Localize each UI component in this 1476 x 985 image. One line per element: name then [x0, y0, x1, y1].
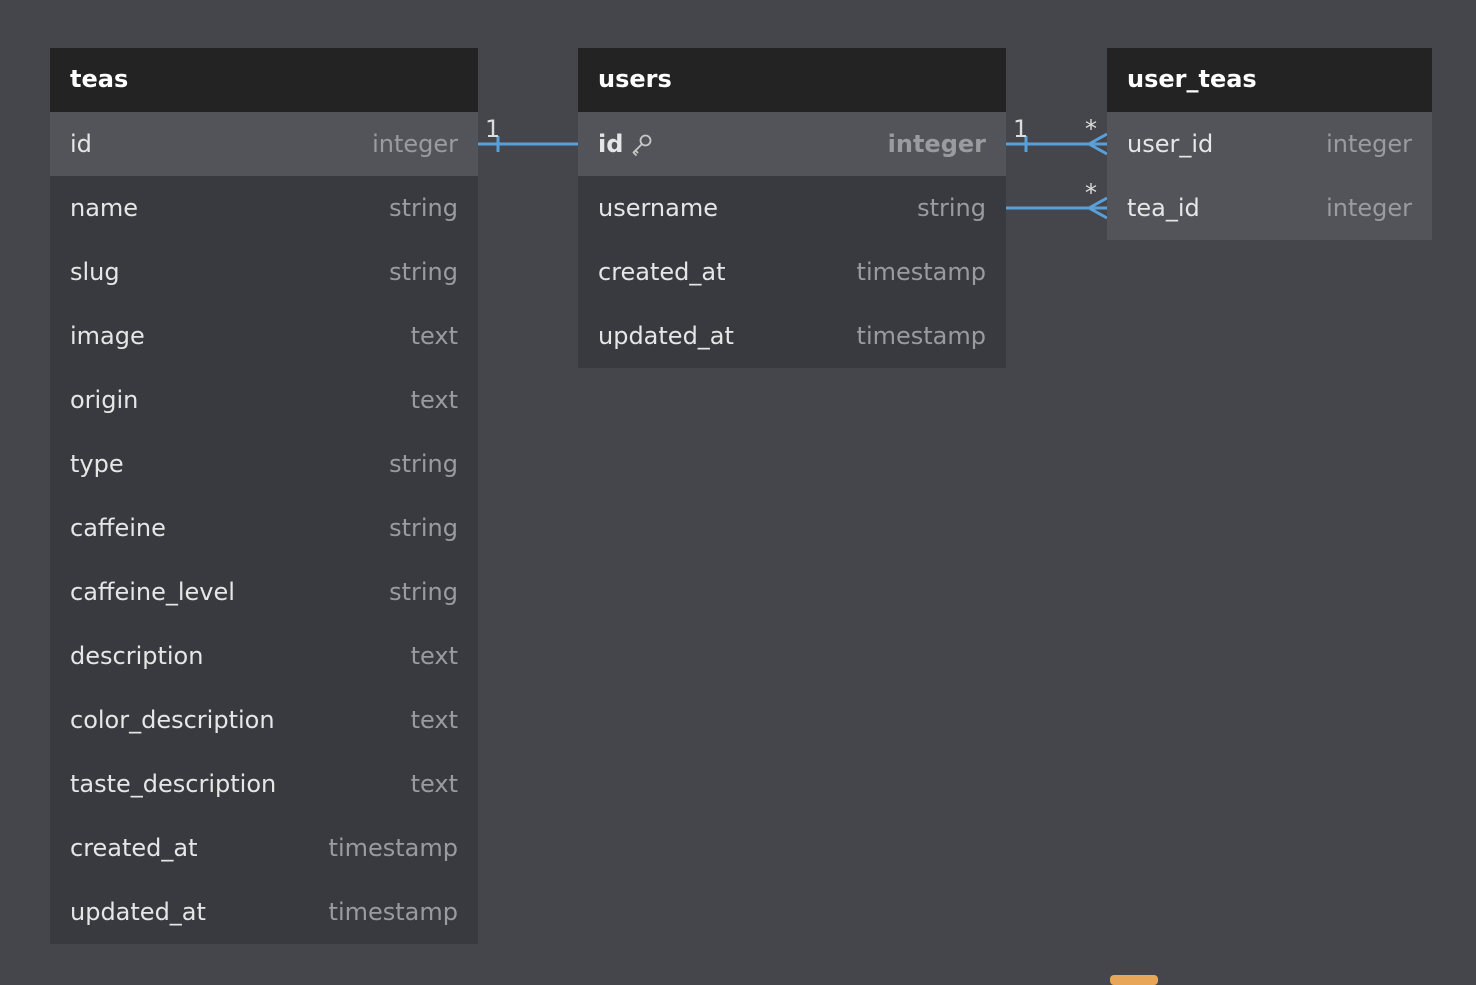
- table-title[interactable]: user_teas: [1107, 48, 1432, 112]
- field-name: user_id: [1127, 130, 1214, 158]
- field-row-id[interactable]: id integer: [578, 112, 1006, 176]
- field-type: string: [389, 258, 458, 286]
- field-type: string: [389, 514, 458, 542]
- field-row-caffeine-level[interactable]: caffeine_level string: [50, 560, 478, 624]
- field-row-updated-at[interactable]: updated_at timestamp: [578, 304, 1006, 368]
- cardinality-label: *: [1085, 115, 1097, 143]
- field-type: timestamp: [328, 834, 458, 862]
- field-type: string: [917, 194, 986, 222]
- field-name: image: [70, 322, 145, 350]
- many-marker-user-id: [1085, 132, 1108, 156]
- table-teas[interactable]: teas id integer name string slug string …: [50, 48, 478, 944]
- field-name: taste_description: [70, 770, 277, 798]
- field-row-description[interactable]: description text: [50, 624, 478, 688]
- field-type: text: [410, 642, 458, 670]
- field-type: integer: [1326, 130, 1412, 158]
- field-row-created-at[interactable]: created_at timestamp: [578, 240, 1006, 304]
- cardinality-label: 1: [485, 115, 500, 143]
- field-name: slug: [70, 258, 120, 286]
- field-row-type[interactable]: type string: [50, 432, 478, 496]
- field-name: caffeine: [70, 514, 166, 542]
- field-name: color_description: [70, 706, 275, 734]
- field-type: integer: [1326, 194, 1412, 222]
- status-badge[interactable]: [1110, 975, 1158, 985]
- field-row-user-id[interactable]: user_id integer: [1107, 112, 1432, 176]
- field-name: caffeine_level: [70, 578, 235, 606]
- field-name: description: [70, 642, 204, 670]
- field-name: origin: [70, 386, 139, 414]
- key-icon: [633, 134, 652, 156]
- field-name: id: [598, 130, 624, 158]
- field-row-tea-id[interactable]: tea_id integer: [1107, 176, 1432, 240]
- cardinality-label: 1: [1013, 115, 1028, 143]
- field-name: created_at: [70, 834, 198, 862]
- field-type: timestamp: [856, 258, 986, 286]
- field-row-username[interactable]: username string: [578, 176, 1006, 240]
- field-name: updated_at: [598, 322, 734, 350]
- table-users[interactable]: users id integer username string created…: [578, 48, 1006, 368]
- field-row-caffeine[interactable]: caffeine string: [50, 496, 478, 560]
- field-row-origin[interactable]: origin text: [50, 368, 478, 432]
- field-row-color-description[interactable]: color_description text: [50, 688, 478, 752]
- field-type: string: [389, 578, 458, 606]
- field-row-slug[interactable]: slug string: [50, 240, 478, 304]
- table-title[interactable]: users: [578, 48, 1006, 112]
- field-type: timestamp: [856, 322, 986, 350]
- field-row-image[interactable]: image text: [50, 304, 478, 368]
- field-row-name[interactable]: name string: [50, 176, 478, 240]
- field-row-created-at[interactable]: created_at timestamp: [50, 816, 478, 880]
- field-type: text: [410, 706, 458, 734]
- field-row-taste-description[interactable]: taste_description text: [50, 752, 478, 816]
- field-name: type: [70, 450, 124, 478]
- field-name-wrap: id: [598, 130, 654, 158]
- field-name: username: [598, 194, 718, 222]
- field-type: integer: [887, 130, 986, 158]
- field-name: updated_at: [70, 898, 206, 926]
- field-name: created_at: [598, 258, 726, 286]
- field-name: name: [70, 194, 139, 222]
- many-marker-tea-id: [1085, 196, 1108, 220]
- table-user-teas[interactable]: user_teas user_id integer tea_id integer: [1107, 48, 1432, 240]
- cardinality-label: *: [1085, 179, 1097, 207]
- field-type: text: [410, 770, 458, 798]
- field-row-id[interactable]: id integer: [50, 112, 478, 176]
- table-title[interactable]: teas: [50, 48, 478, 112]
- field-type: string: [389, 450, 458, 478]
- field-row-updated-at[interactable]: updated_at timestamp: [50, 880, 478, 944]
- field-name: tea_id: [1127, 194, 1200, 222]
- field-type: string: [389, 194, 458, 222]
- field-type: timestamp: [328, 898, 458, 926]
- field-type: integer: [372, 130, 458, 158]
- field-name: id: [70, 130, 92, 158]
- field-type: text: [410, 322, 458, 350]
- field-type: text: [410, 386, 458, 414]
